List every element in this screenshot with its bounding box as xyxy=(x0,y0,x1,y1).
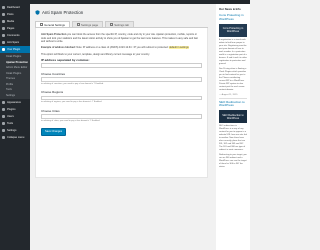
tab-settings-tab[interactable]: Settings tab xyxy=(105,21,135,27)
sidebar-item-anti-spam[interactable]: Anti-Spam xyxy=(0,39,30,46)
regions-input[interactable] xyxy=(41,95,202,101)
sidebar-item-media[interactable]: Media xyxy=(0,18,30,25)
sidebar-item-label: Users xyxy=(7,115,14,118)
sidebar-item-label: Settings xyxy=(7,129,17,132)
page-title: Anti Spam Protection xyxy=(42,9,84,15)
pin-icon xyxy=(2,13,5,16)
user-icon xyxy=(2,115,5,118)
sidebar-item-collapse-menu[interactable]: Collapse menu xyxy=(0,134,30,141)
shield-icon xyxy=(35,9,40,15)
post-heading[interactable]: SEO Redirection to WordPress xyxy=(219,100,247,109)
document-icon xyxy=(110,23,113,26)
submenu-item[interactable]: Settings xyxy=(0,93,30,99)
post-date: — August 11, 2015 xyxy=(219,93,238,96)
example-paragraph: Example of address blocked: Note: IP add… xyxy=(41,46,189,50)
post-heading[interactable]: Cons Protecting in WordPress xyxy=(219,13,247,22)
settings-tabs: General Settings Settings page Settings … xyxy=(35,21,208,28)
sidebar-item-label: Media xyxy=(7,20,15,23)
widget-post-1: Cons Protecting in WordPress Cons Protec… xyxy=(219,13,247,66)
sidebar-item-label: Dashboard xyxy=(7,6,20,9)
widget-title: Our News & Info xyxy=(219,7,241,11)
widget-post-2: See Pricing when is floating a Cloak Plu… xyxy=(219,68,247,96)
countries-hint: to unlisting of countries, you need to p… xyxy=(41,82,104,85)
ip-address-input[interactable] xyxy=(41,63,202,68)
wrench-icon xyxy=(2,122,5,125)
sidebar-item-comments[interactable]: Comments xyxy=(0,32,30,39)
post-excerpt: Redirecting to your target, you can on 3… xyxy=(219,154,247,169)
description-paragraph: This option will block to your current, … xyxy=(41,52,150,56)
tab-settings-page[interactable]: Settings page xyxy=(71,21,104,27)
sidebar-item-pages[interactable]: Pages xyxy=(0,25,30,32)
save-changes-button[interactable]: Save Changes xyxy=(41,128,67,137)
cities-hint: to unlisting of cities, you need to pay … xyxy=(41,119,100,122)
sidebar-item-plugins[interactable]: Plugins xyxy=(0,106,30,113)
collapse-icon xyxy=(2,136,5,139)
page-icon xyxy=(2,27,5,30)
media-icon xyxy=(2,20,5,23)
post-thumbnail[interactable]: Cons Protecting in WordPress xyxy=(219,23,247,37)
sidebar-item-tools[interactable]: Tools xyxy=(0,120,30,127)
sidebar-item-label: Appearance xyxy=(7,101,21,104)
regions-label: Choose Regions xyxy=(41,90,64,95)
sidebar-item-users[interactable]: Users xyxy=(0,113,30,120)
sidebar-item-label: Pages xyxy=(7,27,15,30)
sidebar-item-label: Posts xyxy=(7,13,14,16)
plugin-submenu: Cloak Plugins Ajaxian Protection Admin Men… xyxy=(0,53,30,99)
news-widget: Our News & Info Cons Protecting in WordP… xyxy=(216,4,250,250)
admin-sidebar: Dashboard Posts Media Pages Comments Anti-Spa… xyxy=(0,4,30,250)
dashboard-icon xyxy=(2,6,5,9)
tab-general-settings[interactable]: General Settings xyxy=(35,21,70,27)
sidebar-item-label: Tools xyxy=(7,122,14,125)
sidebar-item-label: Plugins xyxy=(7,108,16,111)
page-title-row: Anti Spam Protection xyxy=(35,8,208,16)
comment-icon xyxy=(2,34,5,37)
sidebar-item-posts[interactable]: Posts xyxy=(0,11,30,18)
countries-label: Choose Countries xyxy=(41,71,66,76)
sidebar-item-label: Anti-Spam xyxy=(7,41,20,44)
example-link[interactable]: default in settings xyxy=(169,46,189,50)
settings-panel: Anti Spam Protection you can block the a… xyxy=(35,28,208,178)
gear-icon xyxy=(40,23,43,26)
widget-post-4: Redirecting to your target, you can on 3… xyxy=(219,154,247,169)
post-thumbnail[interactable]: SEO Redirection to WordPress xyxy=(219,110,247,124)
shield-icon xyxy=(2,41,5,44)
sidebar-item-settings[interactable]: Settings xyxy=(0,127,30,134)
document-icon xyxy=(76,23,80,26)
sidebar-item-appearance[interactable]: Appearance xyxy=(0,99,30,106)
widget-post-3: SEO Redirection to WordPress SEO Redirec… xyxy=(219,100,247,153)
plugin-icon xyxy=(2,48,5,51)
intro-paragraph: Anti Spam Protection you can block the a… xyxy=(41,33,198,44)
countries-input[interactable] xyxy=(41,77,202,82)
sidebar-item-dashboard[interactable]: Dashboard xyxy=(0,4,30,11)
divider xyxy=(219,97,247,99)
sidebar-item-your-plugin[interactable]: Your Plugin xyxy=(0,46,30,53)
regions-hint: to unlisting of regions, you need to pay… xyxy=(41,101,103,104)
ip-label: IP address separated by commas: xyxy=(41,57,90,62)
post-excerpt: See Pricing when is floating a Cloak Plu… xyxy=(219,67,247,91)
cities-input[interactable] xyxy=(41,114,202,119)
post-excerpt: A registration is a visual web-admin to … xyxy=(219,38,247,65)
plug-icon xyxy=(2,108,5,111)
main-content: Anti Spam Protection General Settings Se… xyxy=(30,4,214,250)
cities-label: Choose Cities xyxy=(41,108,60,113)
sidebar-item-label: Comments xyxy=(7,34,20,37)
sidebar-item-label: Collapse menu xyxy=(7,136,25,139)
sidebar-item-label: Your Plugin xyxy=(7,48,21,51)
brush-icon xyxy=(2,101,5,104)
post-excerpt: SEO redirections in WordPress is a way o… xyxy=(219,125,247,152)
gear-icon xyxy=(2,129,5,132)
